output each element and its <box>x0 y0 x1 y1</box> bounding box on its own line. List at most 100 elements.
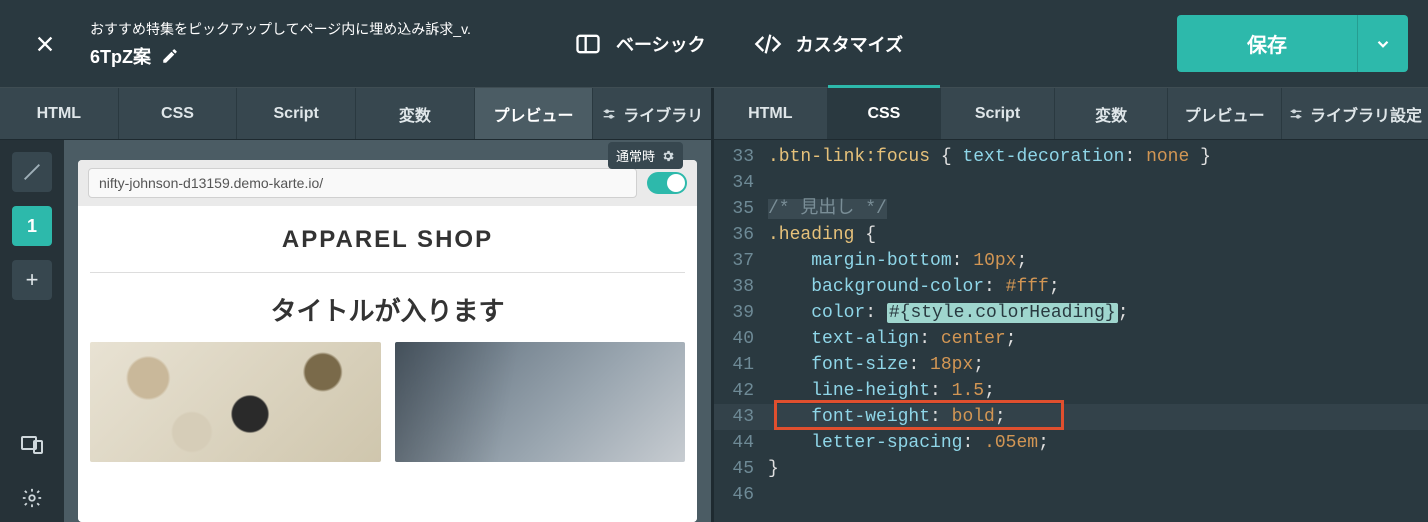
code-content: color: #{style.colorHeading}; <box>768 300 1129 326</box>
code-line-39[interactable]: 39 color: #{style.colorHeading}; <box>714 300 1428 326</box>
tab-label: Script <box>274 105 319 123</box>
line-number: 39 <box>714 300 768 326</box>
line-icon <box>21 161 43 183</box>
tab-label: CSS <box>867 105 900 123</box>
preview-heading: タイトルが入ります <box>90 291 685 328</box>
view-customize[interactable]: カスタマイズ <box>750 24 907 64</box>
right-tabs: HTML CSS Script 変数 プレビュー ライブラリ設定 <box>714 88 1428 140</box>
left-panel: HTML CSS Script 変数 プレビュー ライブラリ 1 + 通常時 <box>0 88 714 522</box>
title-block: おすすめ特集をピックアップしてページ内に埋め込み訴求_v. 6TpZ案 <box>90 19 530 69</box>
title-long: おすすめ特集をピックアップしてページ内に埋め込み訴求_v. <box>90 19 530 39</box>
code-line-37[interactable]: 37 margin-bottom: 10px; <box>714 248 1428 274</box>
preview-browser-frame: APPAREL SHOP タイトルが入ります <box>78 160 697 522</box>
code-line-40[interactable]: 40 text-align: center; <box>714 326 1428 352</box>
tab-label: 変数 <box>1095 102 1127 126</box>
preview-shop-title: APPAREL SHOP <box>90 226 685 254</box>
preview-side-rail: 1 + <box>0 140 64 522</box>
preview-image-1 <box>90 342 381 462</box>
tab-label: HTML <box>37 105 81 123</box>
tab-label: HTML <box>748 105 792 123</box>
layout-split-icon <box>574 30 602 58</box>
tab-css[interactable]: CSS <box>828 88 942 139</box>
tab-プレビュー[interactable]: プレビュー <box>1168 88 1282 139</box>
code-content: /* 見出し */ <box>768 196 887 222</box>
code-line-36[interactable]: 36.heading { <box>714 222 1428 248</box>
code-content: } <box>768 456 779 482</box>
tab-label: ライブラリ設定 <box>1310 102 1422 126</box>
tab-label: Script <box>975 105 1020 123</box>
line-number: 38 <box>714 274 768 300</box>
gear-icon <box>661 149 675 163</box>
code-content: line-height: 1.5; <box>768 378 995 404</box>
code-content: text-align: center; <box>768 326 1016 352</box>
code-line-46[interactable]: 46 <box>714 482 1428 508</box>
tab-label: CSS <box>161 105 194 123</box>
sliders-icon <box>601 106 617 122</box>
code-line-41[interactable]: 41 font-size: 18px; <box>714 352 1428 378</box>
line-number: 33 <box>714 144 768 170</box>
tab-変数[interactable]: 変数 <box>1055 88 1169 139</box>
view-basic[interactable]: ベーシック <box>570 24 710 64</box>
tab-プレビュー[interactable]: プレビュー <box>475 88 594 139</box>
line-number: 34 <box>714 170 768 196</box>
sliders-icon <box>1288 106 1304 122</box>
tab-label: プレビュー <box>1185 102 1265 126</box>
tab-label: プレビュー <box>494 102 574 126</box>
save-button[interactable]: 保存 <box>1177 15 1357 72</box>
line-number: 35 <box>714 196 768 222</box>
gear-bottom-icon <box>21 487 43 509</box>
code-content: margin-bottom: 10px; <box>768 248 1027 274</box>
code-content: .heading { <box>768 222 876 248</box>
line-number: 45 <box>714 456 768 482</box>
code-content: font-weight: bold; <box>768 404 1006 430</box>
tab-ライブラリ設定[interactable]: ライブラリ設定 <box>1282 88 1428 139</box>
devices-icon <box>20 432 44 456</box>
rail-page-1[interactable]: 1 <box>12 206 52 246</box>
view-customize-label: カスタマイズ <box>796 31 903 57</box>
code-icon <box>754 30 782 58</box>
code-line-42[interactable]: 42 line-height: 1.5; <box>714 378 1428 404</box>
tab-css[interactable]: CSS <box>119 88 238 139</box>
save-dropdown-button[interactable] <box>1357 15 1408 72</box>
close-icon <box>34 33 56 55</box>
close-button[interactable] <box>0 33 90 55</box>
preview-toggle[interactable] <box>647 172 687 194</box>
code-line-34[interactable]: 34 <box>714 170 1428 196</box>
title-short: 6TpZ案 <box>90 43 151 69</box>
rail-line-tool[interactable] <box>12 152 52 192</box>
line-number: 43 <box>714 404 768 430</box>
tab-変数[interactable]: 変数 <box>356 88 475 139</box>
chevron-down-icon <box>1374 35 1392 53</box>
line-number: 37 <box>714 248 768 274</box>
view-basic-label: ベーシック <box>616 31 706 57</box>
line-number: 46 <box>714 482 768 508</box>
tab-label: 変数 <box>399 102 431 126</box>
line-number: 42 <box>714 378 768 404</box>
tab-html[interactable]: HTML <box>0 88 119 139</box>
code-content: .btn-link:focus { text-decoration: none … <box>768 144 1211 170</box>
code-line-33[interactable]: 33.btn-link:focus { text-decoration: non… <box>714 144 1428 170</box>
divider <box>90 272 685 273</box>
code-content: font-size: 18px; <box>768 352 984 378</box>
code-line-44[interactable]: 44 letter-spacing: .05em; <box>714 430 1428 456</box>
code-editor[interactable]: 33.btn-link:focus { text-decoration: non… <box>714 140 1428 522</box>
tab-label: ライブラリ <box>623 102 703 126</box>
line-number: 44 <box>714 430 768 456</box>
rail-devices-button[interactable] <box>12 424 52 464</box>
code-line-38[interactable]: 38 background-color: #fff; <box>714 274 1428 300</box>
code-content: background-color: #fff; <box>768 274 1060 300</box>
code-line-43[interactable]: 43 font-weight: bold; <box>714 404 1428 430</box>
preview-state-badge[interactable]: 通常時 <box>608 142 683 169</box>
code-content: letter-spacing: .05em; <box>768 430 1049 456</box>
code-line-35[interactable]: 35/* 見出し */ <box>714 196 1428 222</box>
rail-settings-button[interactable] <box>12 478 52 518</box>
tab-script[interactable]: Script <box>941 88 1055 139</box>
rail-add-page[interactable]: + <box>12 260 52 300</box>
preview-url-input[interactable] <box>88 168 637 198</box>
tab-ライブラリ[interactable]: ライブラリ <box>593 88 711 139</box>
tab-html[interactable]: HTML <box>714 88 828 139</box>
right-panel: HTML CSS Script 変数 プレビュー ライブラリ設定 33.btn-link:… <box>714 88 1428 522</box>
edit-title-icon[interactable] <box>161 47 179 65</box>
tab-script[interactable]: Script <box>237 88 356 139</box>
code-line-45[interactable]: 45} <box>714 456 1428 482</box>
